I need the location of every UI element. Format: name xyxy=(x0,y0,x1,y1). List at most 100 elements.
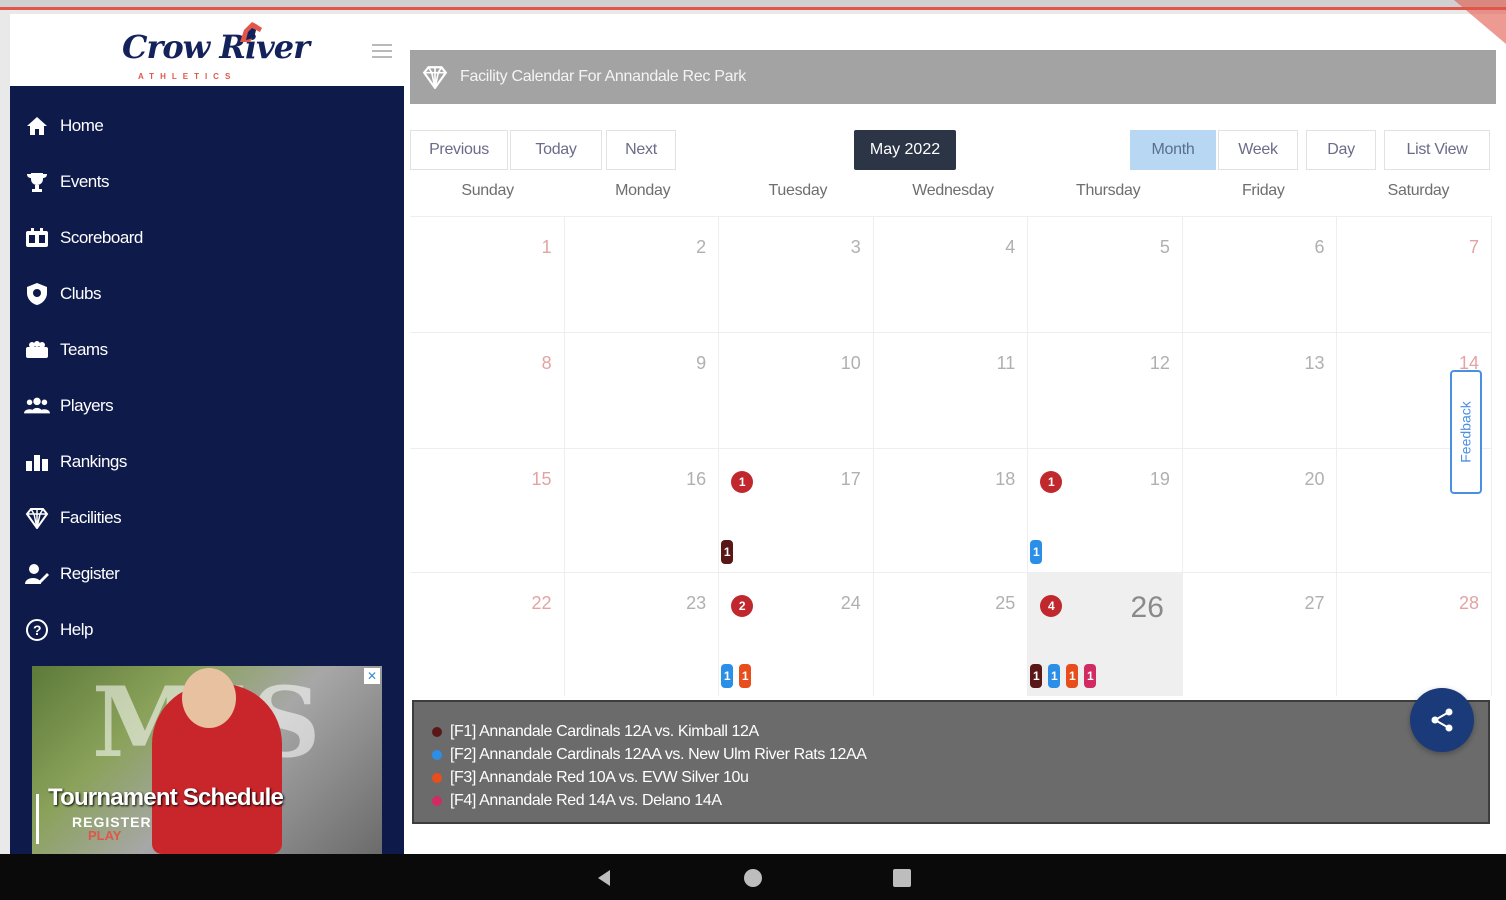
calendar-day-cell[interactable]: 11 xyxy=(874,333,1029,448)
calendar-day-cell[interactable]: 4 xyxy=(874,217,1029,332)
top-header-area xyxy=(410,14,1496,48)
calendar-day-cell[interactable]: 7 xyxy=(1337,217,1493,332)
event-marker[interactable]: 1 xyxy=(739,664,752,688)
sidebar-item-label: Events xyxy=(60,172,109,191)
dow-label: Friday xyxy=(1241,182,1285,199)
event-item[interactable]: [F2] Annandale Cardinals 12AA vs. New Ul… xyxy=(432,743,1470,766)
teams-icon xyxy=(24,337,50,363)
previous-button[interactable]: Previous xyxy=(410,130,508,170)
calendar-day-cell[interactable]: 20 xyxy=(1183,449,1338,572)
sidebar-item-players[interactable]: Players xyxy=(10,378,404,434)
share-button[interactable] xyxy=(1410,688,1474,752)
day-number: 16 xyxy=(686,469,707,489)
calendar-day-cell[interactable]: 6 xyxy=(1183,217,1338,332)
day-number: 10 xyxy=(840,353,861,373)
calendar-day-cell[interactable]: 5 xyxy=(1028,217,1183,332)
list-view-button[interactable]: List View xyxy=(1384,130,1490,170)
event-marker[interactable]: 1 xyxy=(721,664,734,688)
ad-banner[interactable]: MIS Tournament Schedule REGISTER PLAY ✕ xyxy=(32,666,382,854)
calendar-day-cell[interactable]: 26 4 1 1 1 1 xyxy=(1028,573,1183,696)
day-number: 23 xyxy=(686,593,707,613)
calendar-day-cell[interactable]: 19 1 1 xyxy=(1028,449,1183,572)
calendar-header: Facility Calendar For Annandale Rec Park xyxy=(410,50,1496,104)
day-number: 1 xyxy=(541,237,552,257)
sidebar-item-label: Rankings xyxy=(60,452,127,471)
calendar-day-cell[interactable]: 25 xyxy=(874,573,1029,696)
event-marker[interactable]: 1 xyxy=(721,540,734,564)
back-icon[interactable] xyxy=(594,868,614,888)
feedback-tab[interactable]: Feedback xyxy=(1450,370,1482,494)
page-title: Facility Calendar For Annandale Rec Park xyxy=(460,68,746,85)
day-number: 15 xyxy=(531,469,552,489)
event-marker[interactable]: 1 xyxy=(1084,664,1097,688)
calendar-day-cell[interactable]: 28 xyxy=(1337,573,1493,696)
day-view-button[interactable]: Day xyxy=(1306,130,1376,170)
logo-subtitle: ATHLETICS xyxy=(138,72,237,81)
calendar-day-cell[interactable]: 2 xyxy=(565,217,720,332)
sidebar-item-home[interactable]: Home xyxy=(10,98,404,154)
players-icon xyxy=(24,393,50,419)
next-button[interactable]: Next xyxy=(606,130,676,170)
month-view-button[interactable]: Month xyxy=(1130,130,1216,170)
sidebar-item-facilities[interactable]: Facilities xyxy=(10,490,404,546)
day-number: 17 xyxy=(840,469,861,489)
sidebar-item-events[interactable]: Events xyxy=(10,154,404,210)
days-of-week-header: Sunday Monday Tuesday Wednesday Thursday… xyxy=(410,182,1496,214)
event-popup: [F1] Annandale Cardinals 12A vs. Kimball… xyxy=(412,700,1490,824)
day-number: 13 xyxy=(1304,353,1325,373)
event-item[interactable]: [F3] Annandale Red 10A vs. EVW Silver 10… xyxy=(432,766,1470,789)
logo-area: Crow River ATHLETICS xyxy=(10,14,404,86)
calendar-day-cell[interactable]: 3 xyxy=(719,217,874,332)
dow-label: Monday xyxy=(615,182,671,199)
ad-subtitle-2: PLAY xyxy=(88,828,122,843)
sidebar-item-register[interactable]: Register xyxy=(10,546,404,602)
today-button[interactable]: Today xyxy=(510,130,602,170)
horse-logo-icon xyxy=(240,22,262,42)
sidebar-item-clubs[interactable]: Clubs xyxy=(10,266,404,322)
event-item[interactable]: [F4] Annandale Red 14A vs. Delano 14A xyxy=(432,789,1470,812)
sidebar-nav: Home Events Scoreboard Clubs Teams Playe… xyxy=(10,86,404,658)
sidebar-item-label: Teams xyxy=(60,340,108,359)
feedback-label: Feedback xyxy=(1458,401,1475,463)
ad-close-icon[interactable]: ✕ xyxy=(364,668,380,684)
event-count-badge[interactable]: 1 xyxy=(731,471,754,493)
menu-toggle-icon[interactable] xyxy=(372,44,392,58)
event-marker[interactable]: 1 xyxy=(1030,540,1043,564)
week-view-button[interactable]: Week xyxy=(1218,130,1298,170)
calendar-day-cell[interactable]: 1 xyxy=(410,217,565,332)
event-marker[interactable]: 1 xyxy=(1066,664,1079,688)
event-count-badge[interactable]: 4 xyxy=(1040,595,1063,617)
calendar-day-cell[interactable]: 22 xyxy=(410,573,565,696)
calendar-day-cell[interactable]: 23 xyxy=(565,573,720,696)
calendar-day-cell[interactable]: 8 xyxy=(410,333,565,448)
day-number: 5 xyxy=(1159,237,1170,257)
day-number: 7 xyxy=(1469,237,1480,257)
calendar-day-cell[interactable]: 12 xyxy=(1028,333,1183,448)
home-button-icon[interactable] xyxy=(743,868,763,888)
event-item[interactable]: [F1] Annandale Cardinals 12A vs. Kimball… xyxy=(432,720,1470,743)
sidebar-item-rankings[interactable]: Rankings xyxy=(10,434,404,490)
logo[interactable]: Crow River xyxy=(122,28,310,66)
recents-icon[interactable] xyxy=(892,868,912,888)
calendar-day-cell[interactable]: 17 1 1 xyxy=(719,449,874,572)
calendar-day-cell[interactable]: 9 xyxy=(565,333,720,448)
event-count-badge[interactable]: 1 xyxy=(1040,471,1063,493)
calendar-day-cell[interactable]: 27 xyxy=(1183,573,1338,696)
calendar-day-cell[interactable]: 13 xyxy=(1183,333,1338,448)
event-color-dot xyxy=(432,795,442,806)
calendar-day-cell[interactable]: 18 xyxy=(874,449,1029,572)
sidebar-item-label: Players xyxy=(60,396,114,415)
event-marker[interactable]: 1 xyxy=(1030,664,1043,688)
calendar-day-cell[interactable]: 15 xyxy=(410,449,565,572)
event-marker[interactable]: 1 xyxy=(1048,664,1061,688)
calendar-day-cell[interactable]: 10 xyxy=(719,333,874,448)
event-count-badge[interactable]: 2 xyxy=(731,595,754,617)
calendar-day-cell[interactable]: 16 xyxy=(565,449,720,572)
calendar-day-cell[interactable]: 24 2 1 1 xyxy=(719,573,874,696)
sidebar-item-label: Home xyxy=(60,116,104,135)
sidebar-item-teams[interactable]: Teams xyxy=(10,322,404,378)
sidebar-item-scoreboard[interactable]: Scoreboard xyxy=(10,210,404,266)
day-number: 4 xyxy=(1005,237,1016,257)
sidebar-item-help[interactable]: ? Help xyxy=(10,602,404,658)
main-content: Facility Calendar For Annandale Rec Park… xyxy=(404,14,1506,854)
